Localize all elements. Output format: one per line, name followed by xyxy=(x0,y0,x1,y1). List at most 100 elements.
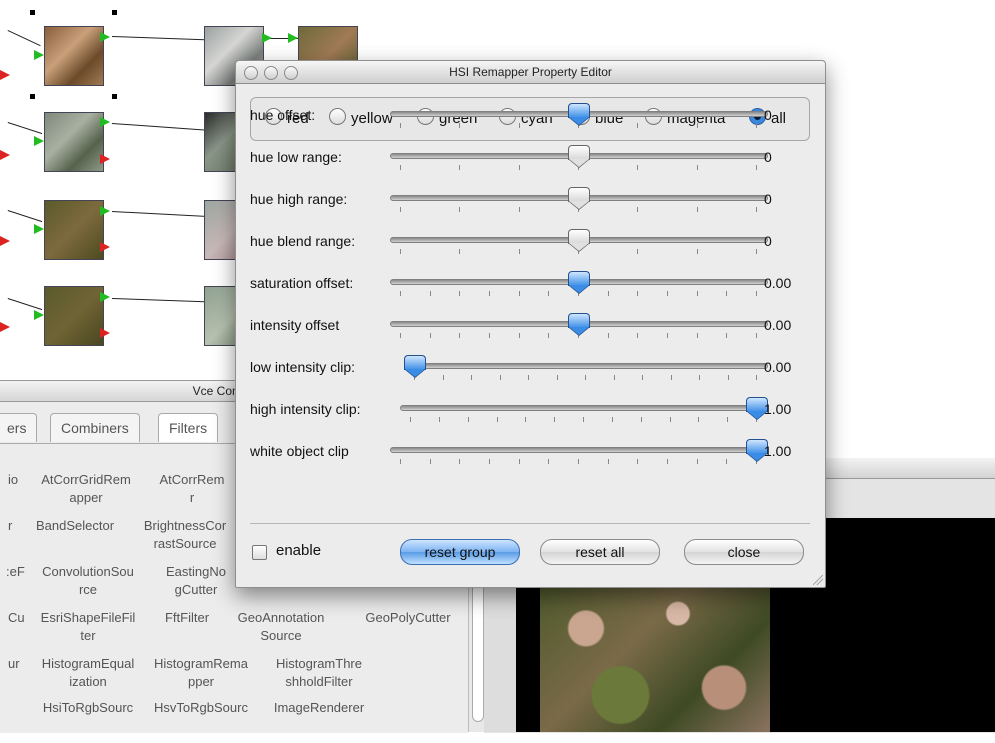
slider-tick xyxy=(756,333,757,338)
slider-thumb[interactable] xyxy=(746,439,768,462)
slider-tick xyxy=(696,291,698,296)
slider-tick xyxy=(459,165,461,170)
component-item[interactable]: HistogramRema pper xyxy=(146,655,256,691)
slider-label: hue blend range: xyxy=(250,233,356,249)
slider-tick xyxy=(471,375,472,380)
zoom-window-icon[interactable] xyxy=(284,66,298,80)
enable-checkbox[interactable] xyxy=(252,545,267,560)
input-port[interactable] xyxy=(100,292,110,302)
slider-label: white object clip xyxy=(250,443,349,459)
slider-thumb[interactable] xyxy=(568,187,590,210)
selection-handle[interactable] xyxy=(112,10,117,15)
component-item[interactable]: ur xyxy=(8,655,20,673)
image-node[interactable] xyxy=(44,26,104,86)
output-port[interactable] xyxy=(0,150,10,160)
close-window-icon[interactable] xyxy=(244,66,258,80)
slider-thumb[interactable] xyxy=(746,397,768,420)
reset-all-button[interactable]: reset all xyxy=(540,539,660,565)
tab-filters[interactable]: Filters xyxy=(158,413,219,442)
slider-tick xyxy=(442,375,444,380)
input-port[interactable] xyxy=(100,117,110,127)
tab-combiners[interactable]: Combiners xyxy=(50,413,140,442)
output-port[interactable] xyxy=(0,322,10,332)
dialog-titlebar[interactable]: HSI Remapper Property Editor xyxy=(236,61,825,84)
slider-tick xyxy=(459,123,461,128)
reset-group-button[interactable]: reset group xyxy=(400,539,520,565)
component-item[interactable]: r xyxy=(8,517,12,535)
output-port[interactable] xyxy=(0,70,10,80)
scrollbar-thumb[interactable] xyxy=(472,580,484,722)
component-item[interactable]: HsiToRgbSourc xyxy=(34,699,142,717)
slider-thumb[interactable] xyxy=(568,103,590,126)
slider-tick xyxy=(459,333,461,338)
component-item[interactable]: BrightnessCor rastSource xyxy=(130,517,240,553)
input-port[interactable] xyxy=(288,33,298,43)
output-port[interactable] xyxy=(100,242,110,252)
slider-track[interactable] xyxy=(390,447,768,453)
slider-tick xyxy=(400,207,401,212)
component-item[interactable]: ConvolutionSou rce xyxy=(34,563,142,599)
slider-thumb[interactable] xyxy=(404,355,426,378)
slider-value: 0.00 xyxy=(764,359,792,375)
slider-tick xyxy=(429,333,431,338)
component-item[interactable]: HistogramThre shholdFilter xyxy=(262,655,376,691)
slider-value: 0 xyxy=(764,233,772,249)
component-item[interactable]: BandSelector xyxy=(26,517,124,535)
wire xyxy=(111,123,208,131)
component-item[interactable]: AtCorrGridRem apper xyxy=(36,471,136,507)
resize-grip-icon[interactable] xyxy=(813,575,823,585)
slider-tick xyxy=(489,291,490,296)
slider-thumb[interactable] xyxy=(568,313,590,336)
close-button[interactable]: close xyxy=(684,539,804,565)
component-item[interactable]: GeoPolyCutter xyxy=(352,609,464,627)
component-item[interactable]: FftFilter xyxy=(146,609,228,627)
input-port[interactable] xyxy=(100,32,110,42)
image-node[interactable] xyxy=(44,286,104,346)
slider-tick xyxy=(518,165,520,170)
slider-track[interactable] xyxy=(400,405,768,411)
slider-tick xyxy=(400,333,401,338)
slider-label: high intensity clip: xyxy=(250,401,361,417)
selection-handle[interactable] xyxy=(30,10,35,15)
component-item[interactable]: Cu xyxy=(8,609,25,627)
input-port[interactable] xyxy=(34,50,44,60)
selection-handle[interactable] xyxy=(112,94,117,99)
minimize-window-icon[interactable] xyxy=(264,66,278,80)
slider-label: intensity offset xyxy=(250,317,340,333)
slider-row: low intensity clip: 0.00 xyxy=(250,349,820,389)
slider-tick xyxy=(756,375,757,380)
input-port[interactable] xyxy=(262,33,272,43)
output-port[interactable] xyxy=(0,236,10,246)
component-item[interactable]: ImageRenderer xyxy=(262,699,376,717)
component-item[interactable]: AtCorrRem r xyxy=(144,471,240,507)
input-port[interactable] xyxy=(100,206,110,216)
component-item[interactable]: :eF xyxy=(6,563,25,581)
selection-handle[interactable] xyxy=(30,94,35,99)
tab-ers[interactable]: ers xyxy=(0,413,38,442)
slider-row: hue high range: 0 xyxy=(250,181,820,221)
slider-thumb[interactable] xyxy=(568,229,590,252)
image-node[interactable] xyxy=(44,112,104,172)
slider-tick xyxy=(400,291,401,296)
input-port[interactable] xyxy=(34,310,44,320)
component-item[interactable]: EsriShapeFileFil ter xyxy=(34,609,142,645)
component-item[interactable]: GeoAnnotation Source xyxy=(228,609,334,645)
slider-tick xyxy=(607,291,609,296)
image-node[interactable] xyxy=(44,200,104,260)
slider-tick xyxy=(637,123,639,128)
component-item[interactable]: HistogramEqual ization xyxy=(34,655,142,691)
input-port[interactable] xyxy=(34,136,44,146)
output-port[interactable] xyxy=(100,328,110,338)
vce-scrollbar[interactable] xyxy=(468,580,485,732)
slider-tick xyxy=(528,375,529,380)
component-item[interactable]: HsvToRgbSourc xyxy=(146,699,256,717)
slider-track[interactable] xyxy=(404,363,768,369)
slider-tick xyxy=(696,249,698,254)
output-port[interactable] xyxy=(100,154,110,164)
slider-thumb[interactable] xyxy=(568,271,590,294)
component-item[interactable]: io xyxy=(8,471,18,489)
slider-thumb[interactable] xyxy=(568,145,590,168)
component-item[interactable]: EastingNo gCutter xyxy=(148,563,244,599)
enable-label: enable xyxy=(276,542,322,559)
input-port[interactable] xyxy=(34,224,44,234)
